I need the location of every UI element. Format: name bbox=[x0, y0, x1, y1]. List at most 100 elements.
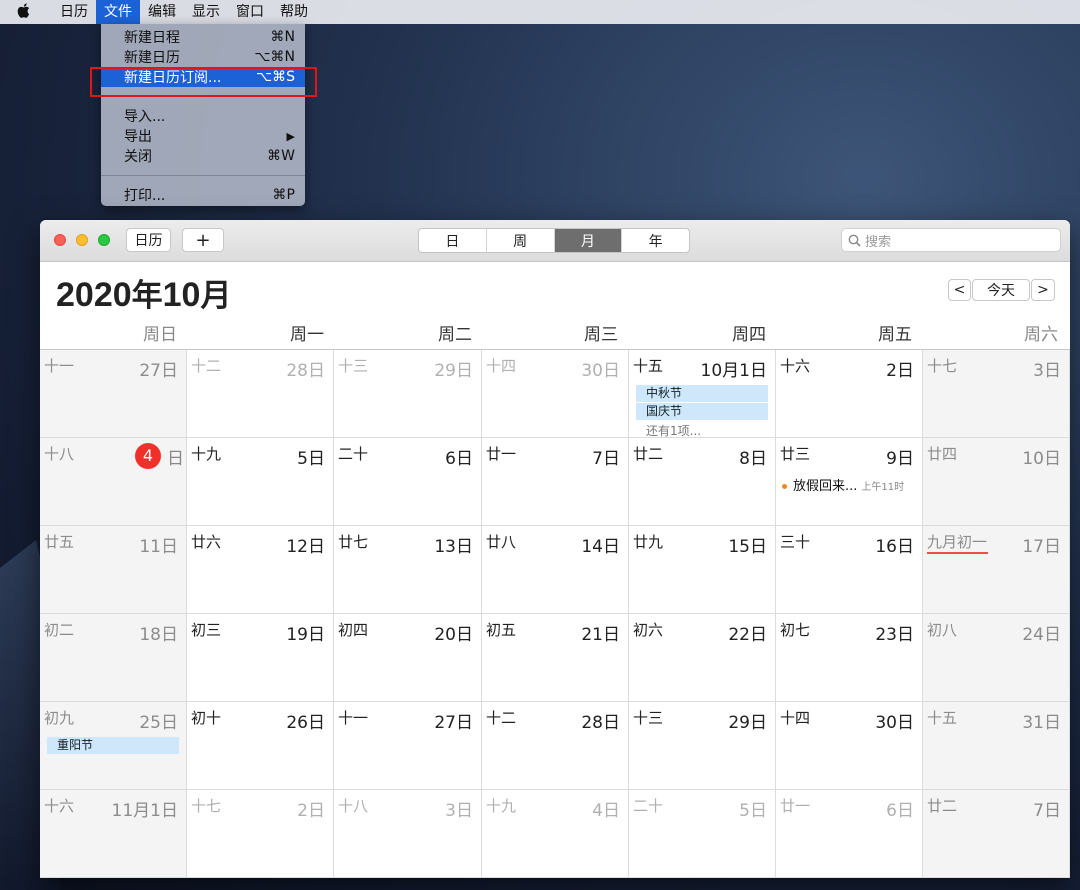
day-cell[interactable]: 十一 27日 bbox=[40, 350, 187, 438]
day-number: 17日 bbox=[1022, 537, 1061, 557]
day-cell[interactable]: 十八 3日 bbox=[334, 790, 482, 878]
day-cell[interactable]: 十八 4 日 bbox=[40, 438, 187, 526]
lunar-date: 初二 bbox=[44, 621, 75, 639]
day-cell[interactable]: 初二 18日 bbox=[40, 614, 187, 702]
all-day-event[interactable]: 重阳节 bbox=[47, 737, 179, 754]
day-number: 12日 bbox=[286, 537, 325, 557]
day-cell[interactable]: 十六 11月1日 bbox=[40, 790, 187, 878]
day-number: 20日 bbox=[434, 625, 473, 645]
menu-window[interactable]: 窗口 bbox=[228, 0, 272, 24]
day-cell[interactable]: 初五 21日 bbox=[482, 614, 629, 702]
day-cell[interactable]: 三十 16日 bbox=[776, 526, 923, 614]
day-cell[interactable]: 十三 29日 bbox=[629, 702, 776, 790]
search-field[interactable]: 搜索 bbox=[841, 228, 1061, 252]
minimize-window-button[interactable] bbox=[76, 234, 88, 246]
day-cell[interactable]: 十九 5日 bbox=[187, 438, 334, 526]
lunar-date: 初八 bbox=[927, 621, 958, 639]
day-cell[interactable]: 十三 29日 bbox=[334, 350, 482, 438]
day-number: 2日 bbox=[297, 801, 325, 821]
tab-year[interactable]: 年 bbox=[621, 229, 689, 252]
day-number: 13日 bbox=[434, 537, 473, 557]
day-cell[interactable]: 十六 2日 bbox=[776, 350, 923, 438]
calendar-window: 日历 + 日 周 月 年 搜索 2020年10月 < 今天 > 周日 周一 周二 周三… bbox=[40, 220, 1070, 878]
menu-file[interactable]: 文件 bbox=[96, 0, 140, 24]
menu-item-new-event[interactable]: 新建日程 ⌘N bbox=[101, 27, 305, 47]
more-events-link[interactable]: 还有1项... bbox=[646, 422, 701, 439]
lunar-date: 廿四 bbox=[927, 445, 958, 463]
zoom-window-button[interactable] bbox=[98, 234, 110, 246]
day-cell[interactable]: 二十 5日 bbox=[629, 790, 776, 878]
all-day-event[interactable]: 国庆节 bbox=[636, 403, 768, 420]
tab-week[interactable]: 周 bbox=[485, 229, 554, 252]
day-cell[interactable]: 廿二 7日 bbox=[923, 790, 1070, 878]
day-cell[interactable]: 九月初一 17日 bbox=[923, 526, 1070, 614]
menu-edit[interactable]: 编辑 bbox=[140, 0, 184, 24]
day-cell[interactable]: 廿一 6日 bbox=[776, 790, 923, 878]
day-cell[interactable]: 十五 10月1日 中秋节 国庆节 还有1项... bbox=[629, 350, 776, 438]
day-number: 29日 bbox=[434, 361, 473, 381]
highlight-annotation-box bbox=[90, 67, 317, 97]
day-cell[interactable]: 十四 30日 bbox=[776, 702, 923, 790]
day-cell[interactable]: 廿七 13日 bbox=[334, 526, 482, 614]
menu-item-new-calendar[interactable]: 新建日历 ⌥⌘N bbox=[101, 47, 305, 67]
day-cell[interactable]: 十九 4日 bbox=[482, 790, 629, 878]
day-cell[interactable]: 廿一 7日 bbox=[482, 438, 629, 526]
tab-day[interactable]: 日 bbox=[419, 229, 486, 252]
add-event-button[interactable]: + bbox=[182, 228, 224, 252]
apple-icon[interactable] bbox=[0, 2, 46, 22]
file-menu-dropdown: 新建日程 ⌘N 新建日历 ⌥⌘N 新建日历订阅... ⌥⌘S 导入... 导出 ▶ 关闭… bbox=[101, 24, 305, 206]
weekday-label: 周六 bbox=[1024, 325, 1058, 345]
lunar-date: 廿三 bbox=[780, 445, 811, 463]
next-month-button[interactable]: > bbox=[1031, 279, 1055, 301]
menu-item-export[interactable]: 导出 ▶ bbox=[101, 126, 305, 146]
menu-item-import[interactable]: 导入... bbox=[101, 106, 305, 126]
day-number: 27日 bbox=[434, 713, 473, 733]
day-number: 5日 bbox=[739, 801, 767, 821]
lunar-date: 廿八 bbox=[486, 533, 517, 551]
day-cell[interactable]: 初三 19日 bbox=[187, 614, 334, 702]
lunar-month-underline bbox=[927, 552, 988, 554]
lunar-date: 廿六 bbox=[191, 533, 222, 551]
search-placeholder: 搜索 bbox=[865, 234, 892, 250]
day-cell[interactable]: 初六 22日 bbox=[629, 614, 776, 702]
day-cell[interactable]: 初八 24日 bbox=[923, 614, 1070, 702]
day-cell[interactable]: 二十 6日 bbox=[334, 438, 482, 526]
tab-month[interactable]: 月 bbox=[553, 229, 622, 252]
calendars-list-button[interactable]: 日历 bbox=[126, 228, 171, 252]
day-cell[interactable]: 初四 20日 bbox=[334, 614, 482, 702]
day-cell[interactable]: 廿四 10日 bbox=[923, 438, 1070, 526]
menu-item-close[interactable]: 关闭 ⌘W bbox=[101, 146, 305, 166]
lunar-date: 十五 bbox=[633, 357, 664, 375]
day-cell[interactable]: 初十 26日 bbox=[187, 702, 334, 790]
menu-bar: 日历 文件 编辑 显示 窗口 帮助 bbox=[0, 0, 1080, 24]
menu-help[interactable]: 帮助 bbox=[272, 0, 316, 24]
day-cell[interactable]: 十七 2日 bbox=[187, 790, 334, 878]
day-number: 23日 bbox=[875, 625, 914, 645]
timed-event[interactable]: 放假回来... 上午11时 bbox=[782, 475, 904, 494]
month-grid: 十一 27日 十二 28日 十三 29日 十四 30日 十五 10月1日 中秋节 国庆节 还有1项...… bbox=[40, 350, 1070, 878]
prev-month-button[interactable]: < bbox=[948, 279, 971, 301]
lunar-date: 十七 bbox=[927, 357, 958, 375]
day-number: 30日 bbox=[581, 361, 620, 381]
day-cell[interactable]: 初七 23日 bbox=[776, 614, 923, 702]
day-cell[interactable]: 十五 31日 bbox=[923, 702, 1070, 790]
lunar-date: 九月初一 bbox=[927, 533, 988, 551]
day-cell[interactable]: 十七 3日 bbox=[923, 350, 1070, 438]
day-cell[interactable]: 廿二 8日 bbox=[629, 438, 776, 526]
day-cell[interactable]: 廿八 14日 bbox=[482, 526, 629, 614]
menu-view[interactable]: 显示 bbox=[184, 0, 228, 24]
day-cell[interactable]: 廿三 9日 放假回来... 上午11时 bbox=[776, 438, 923, 526]
day-cell[interactable]: 十二 28日 bbox=[482, 702, 629, 790]
all-day-event[interactable]: 中秋节 bbox=[636, 385, 768, 402]
today-button[interactable]: 今天 bbox=[972, 279, 1030, 301]
day-cell[interactable]: 廿六 12日 bbox=[187, 526, 334, 614]
day-cell[interactable]: 十一 27日 bbox=[334, 702, 482, 790]
menu-item-print[interactable]: 打印... ⌘P bbox=[101, 185, 305, 205]
day-cell[interactable]: 廿五 11日 bbox=[40, 526, 187, 614]
menu-calendar[interactable]: 日历 bbox=[46, 0, 96, 24]
day-cell[interactable]: 十四 30日 bbox=[482, 350, 629, 438]
day-cell[interactable]: 十二 28日 bbox=[187, 350, 334, 438]
close-window-button[interactable] bbox=[54, 234, 66, 246]
day-cell[interactable]: 初九 25日 重阳节 bbox=[40, 702, 187, 790]
day-cell[interactable]: 廿九 15日 bbox=[629, 526, 776, 614]
